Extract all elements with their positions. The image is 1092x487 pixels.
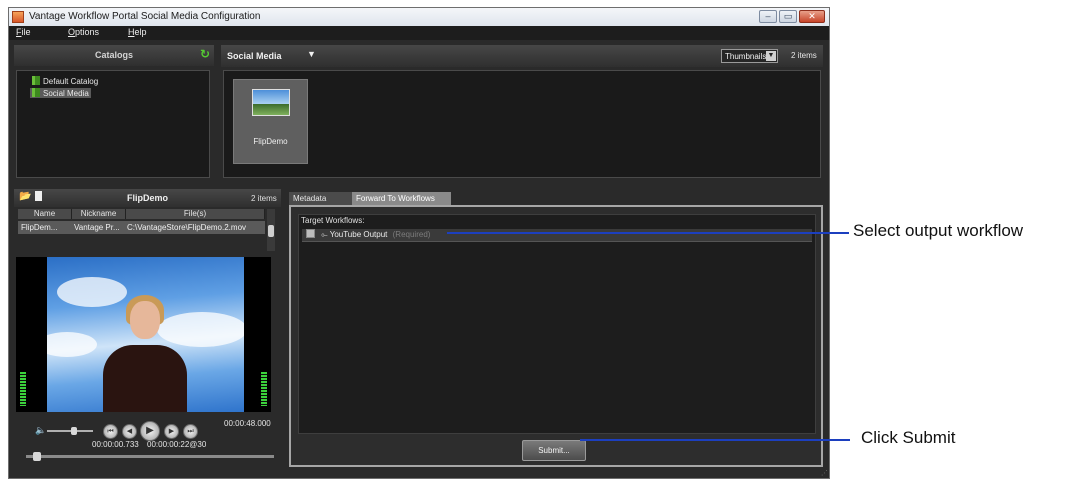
cloud — [57, 277, 127, 307]
media-thumbnail[interactable]: FlipDemo — [233, 79, 308, 164]
catalog-item-default[interactable]: Default Catalog — [30, 76, 100, 86]
volume-knob[interactable] — [71, 427, 77, 435]
workflow-required: (Required) — [392, 230, 431, 239]
resize-grip-icon[interactable]: ⋰ — [821, 469, 828, 477]
tab-metadata-labels[interactable]: Metadata Labels — [289, 192, 352, 217]
catalog-tree: Default Catalog Social Media — [16, 70, 210, 178]
submit-callout-text: Click Submit — [861, 428, 956, 447]
close-button[interactable]: ✕ — [799, 10, 825, 23]
cell-file: C:\VantageStore\FlipDemo.2.mov — [127, 223, 247, 232]
list-scrollbar[interactable] — [267, 209, 275, 251]
presenter-head — [130, 301, 160, 339]
catalog-item-label: Default Catalog — [43, 77, 99, 86]
step-back-button[interactable]: ◀ — [122, 424, 137, 439]
select-callout-text: Select output workflow — [853, 221, 1024, 240]
title-bar: Vantage Workflow Portal Social Media Con… — [9, 8, 829, 27]
volume-icon[interactable]: 🔈 — [35, 425, 46, 436]
table-row[interactable]: FlipDem... Vantage Pr... C:\VantageStore… — [18, 221, 265, 234]
workflow-checkbox[interactable] — [306, 229, 315, 238]
catalogs-panel: Catalogs ↻ Default Catalog Social Media — [14, 45, 214, 182]
tab-forward-to-workflows[interactable]: Forward To Workflows — [352, 192, 451, 206]
maximize-button[interactable]: ▭ — [779, 10, 797, 23]
menu-file[interactable]: File — [16, 27, 31, 37]
window-title: Vantage Workflow Portal Social Media Con… — [29, 11, 261, 22]
catalogs-header: Catalogs ↻ — [14, 45, 214, 66]
catalog-item-social-media[interactable]: Social Media — [30, 88, 91, 98]
thumbnail-image — [252, 89, 290, 116]
catalog-item-label: Social Media — [43, 89, 89, 98]
right-vu-meter — [261, 372, 267, 406]
select-callout-line — [447, 232, 849, 234]
refresh-icon[interactable]: ↻ — [200, 47, 210, 61]
catalog-book-icon — [32, 76, 40, 85]
timeline-scrubber[interactable] — [26, 452, 274, 461]
video-frame — [47, 257, 244, 412]
scrollbar-thumb[interactable] — [268, 225, 274, 237]
presenter-body — [103, 345, 187, 412]
left-vu-meter — [20, 372, 26, 406]
play-button[interactable]: ▶ — [140, 421, 160, 441]
position-readout: 00:00:00.733 — [92, 440, 139, 449]
catalogs-title: Catalogs — [94, 50, 133, 60]
cell-nickname: Vantage Pr... — [74, 223, 120, 232]
chevron-down-icon[interactable]: ▼ — [766, 51, 776, 61]
skip-end-button[interactable]: ⏭ — [183, 424, 198, 439]
media-header: Social Media ▼ Thumbnails ▼ 2 items — [221, 45, 823, 67]
column-files[interactable]: File(s) — [126, 209, 265, 219]
workflow-icon: ⟜ — [321, 230, 330, 239]
menu-options[interactable]: Options — [68, 27, 99, 37]
video-preview — [16, 257, 271, 412]
clip-header: 📂 FlipDemo 2 items — [14, 189, 281, 207]
view-mode-value: Thumbnails — [725, 52, 767, 61]
media-title: Social Media — [227, 51, 282, 61]
workflow-tab-content: Target Workflows: ⟜ YouTube Output (Requ… — [289, 205, 823, 467]
cell-name: FlipDem... — [21, 223, 58, 232]
duration-readout: 00:00:48.000 — [224, 419, 271, 428]
cloud — [157, 312, 244, 347]
column-name[interactable]: Name — [18, 209, 72, 219]
skip-start-button[interactable]: ⏮ — [103, 424, 118, 439]
timecode-readout: 00:00:00:22@30 — [147, 440, 207, 449]
target-workflows-label: Target Workflows: — [301, 216, 365, 225]
clip-count: 2 items — [251, 194, 277, 203]
media-panel: Social Media ▼ Thumbnails ▼ 2 items Flip… — [221, 45, 823, 182]
target-workflows-box: Target Workflows: ⟜ YouTube Output (Requ… — [298, 214, 816, 434]
workflow-row[interactable]: ⟜ YouTube Output (Required) — [302, 229, 812, 242]
clip-title: FlipDemo — [126, 193, 168, 203]
submit-button[interactable]: Submit... — [522, 440, 586, 461]
catalog-book-icon — [32, 88, 40, 97]
submit-callout-line — [580, 439, 850, 441]
column-nickname[interactable]: Nickname — [72, 209, 126, 219]
window-controls: – ▭ ✕ — [759, 10, 825, 23]
cloud — [47, 332, 97, 357]
thumbnail-area: FlipDemo — [223, 70, 821, 178]
volume-slider[interactable] — [47, 427, 93, 435]
menu-bar: File Options Help — [9, 26, 829, 40]
media-count: 2 items — [791, 51, 817, 60]
scrubber-knob[interactable] — [33, 452, 42, 461]
thumbnail-label: FlipDemo — [253, 137, 288, 146]
menu-help[interactable]: Help — [128, 27, 147, 37]
clip-panel: 📂 FlipDemo 2 items Name Nickname File(s)… — [14, 189, 281, 469]
minimize-button[interactable]: – — [759, 10, 777, 23]
workflow-panel: Metadata Labels Forward To Workflows Tar… — [289, 189, 823, 469]
view-mode-select[interactable]: Thumbnails ▼ — [721, 49, 778, 63]
app-icon — [12, 11, 24, 23]
app-window: Vantage Workflow Portal Social Media Con… — [8, 7, 830, 479]
step-forward-button[interactable]: ▶ — [164, 424, 179, 439]
workflow-name: YouTube Output — [329, 230, 388, 239]
media-dropdown-icon[interactable]: ▼ — [307, 49, 316, 59]
